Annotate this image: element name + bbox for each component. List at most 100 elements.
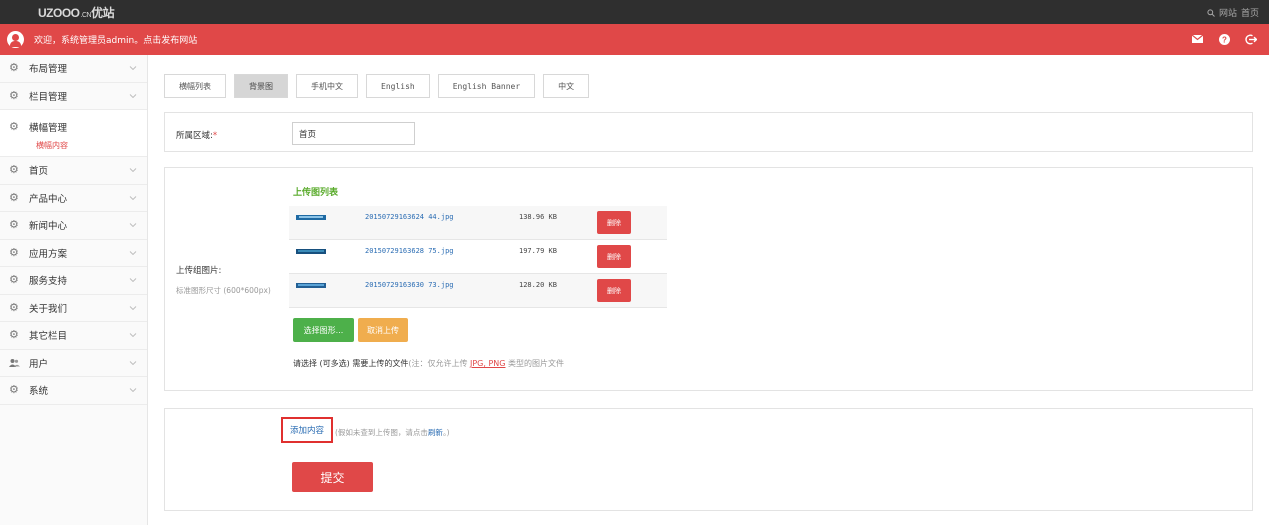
sidebar-item-layout[interactable]: ⚙ 布局管理 [0,55,147,83]
region-panel: 所属区域:* 首页 [164,112,1253,152]
user-bar: 欢迎，系统管理员admin。点击发布网站 ? [0,24,1269,55]
tab-chinese[interactable]: 中文 [543,74,590,98]
tab-background[interactable]: 背景图 [234,74,288,98]
chevron-down-icon [129,93,137,98]
upload-panel: 上传组图片: 标准图形尺寸 (600*600px) 上传图列表 20150729… [164,167,1253,391]
region-label: 所属区域:* [176,129,217,141]
region-input[interactable]: 首页 [292,122,415,145]
chevron-down-icon [129,195,137,200]
add-note-start: (假如未查到上传图，请点击 [335,428,428,437]
upload-label: 上传组图片: [176,266,222,276]
upload-note-ext: JPG, PNG [470,359,506,368]
submit-panel: 添加内容 (假如未查到上传图，请点击刷新。) 提交 [164,408,1253,511]
gear-icon: ⚙ [9,163,19,177]
upload-note-grey: (注：仅允许上传 [408,359,468,368]
sidebar-item-products[interactable]: ⚙ 产品中心 [0,185,147,212]
sidebar-item-label: 栏目管理 [29,91,68,103]
top-bar: UZOOO.CN优站 网站 首页 [0,0,1269,24]
file-name-link[interactable]: 20150729163624 44.jpg [365,213,454,221]
sidebar-item-about[interactable]: ⚙ 关于我们 [0,295,147,322]
tab-mobile-chinese[interactable]: 手机中文 [296,74,358,98]
sidebar-item-other[interactable]: ⚙ 其它栏目 [0,322,147,350]
sidebar-item-home[interactable]: ⚙ 首页 [0,157,147,185]
mail-icon[interactable] [1190,32,1204,46]
gear-icon: ⚙ [9,300,19,314]
add-content-link[interactable]: 添加内容 [281,417,333,443]
sidebar-item-label: 产品中心 [29,193,68,205]
top-links: 网站 首页 [1207,6,1259,19]
chevron-down-icon [129,66,137,71]
sidebar-item-label: 布局管理 [29,64,68,76]
file-name-link[interactable]: 20150729163630 73.jpg [365,281,454,289]
upload-note-tail: 类型的图片文件 [508,359,565,368]
top-link-home[interactable]: 首页 [1241,6,1259,19]
site-logo[interactable]: UZOOO.CN优站 [38,4,115,21]
sidebar-item-news[interactable]: ⚙ 新闻中心 [0,212,147,240]
chevron-down-icon [129,333,137,338]
image-thumbnail[interactable] [296,215,326,220]
top-link-site[interactable]: 网站 [1219,6,1237,19]
sidebar-item-system[interactable]: ⚙ 系统 [0,377,147,405]
upload-list-title: 上传图列表 [293,188,339,198]
sidebar-item-label: 首页 [29,166,49,178]
sidebar-item-label: 其它栏目 [29,331,68,343]
submit-button[interactable]: 提交 [292,462,373,492]
file-size: 128.20 KB [519,281,557,289]
delete-button[interactable]: 删除 [597,279,631,302]
add-note-end: 。) [442,428,450,437]
file-row: 20150729163624 44.jpg 138.96 KB 删除 [289,206,667,240]
sidebar-item-label: 应用方案 [29,248,68,260]
file-name-link[interactable]: 20150729163628 75.jpg [365,247,454,255]
chevron-down-icon [129,223,137,228]
gear-icon: ⚙ [9,218,19,232]
file-row: 20150729163628 75.jpg 197.79 KB 删除 [289,240,667,274]
tab-english-banner[interactable]: English Banner [437,74,536,98]
gear-icon: ⚙ [9,273,19,287]
sidebar-item-columns[interactable]: ⚙ 栏目管理 [0,83,147,110]
chevron-down-icon [129,388,137,393]
gear-icon: ⚙ [9,383,19,397]
chevron-down-icon [129,250,137,255]
gear-icon: ⚙ [9,245,19,259]
sidebar-item-support[interactable]: ⚙ 服务支持 [0,267,147,295]
region-label-text: 所属区域: [176,131,213,141]
sidebar-item-label: 横幅管理 [29,123,68,134]
upload-note: 请选择 (可多选) 需要上传的文件(注：仅允许上传 JPG, PNG 类型的图片… [293,358,564,369]
file-size: 197.79 KB [519,247,557,255]
chevron-down-icon [129,305,137,310]
help-icon[interactable]: ? [1217,32,1231,46]
welcome-text[interactable]: 欢迎，系统管理员admin。点击发布网站 [34,33,197,46]
sidebar-subitem-banner-content[interactable]: 横幅内容 [36,140,147,151]
gear-icon: ⚙ [9,190,19,204]
sidebar-item-label: 用户 [29,358,49,370]
sidebar-item-banner[interactable]: ⚙ 横幅管理 横幅内容 [0,110,147,157]
sidebar-item-solutions[interactable]: ⚙ 应用方案 [0,240,147,267]
select-images-button[interactable]: 选择图形... [293,318,354,342]
chevron-down-icon [129,360,137,365]
image-thumbnail[interactable] [296,249,326,254]
chevron-down-icon [129,168,137,173]
tab-banner-list[interactable]: 横幅列表 [164,74,226,98]
sidebar-item-label: 关于我们 [29,303,68,315]
cancel-upload-button[interactable]: 取消上传 [358,318,408,342]
user-actions: ? [1190,32,1258,46]
search-icon[interactable] [1207,8,1215,17]
sidebar-item-label: 新闻中心 [29,221,68,233]
gear-icon: ⚙ [9,61,19,75]
delete-button[interactable]: 删除 [597,245,631,268]
required-marker: * [212,131,218,141]
refresh-link[interactable]: 刷新 [428,428,443,437]
sidebar-item-label: 系统 [29,386,49,398]
file-size: 138.96 KB [519,213,557,221]
sidebar: ⚙ 布局管理 ⚙ 栏目管理 ⚙ 横幅管理 横幅内容 ⚙ 首页 ⚙ 产品中心 ⚙ … [0,55,148,525]
image-thumbnail[interactable] [296,283,326,288]
delete-button[interactable]: 删除 [597,211,631,234]
sidebar-item-users[interactable]: 用户 [0,350,147,377]
chevron-down-icon [129,278,137,283]
users-icon [9,358,20,367]
logout-icon[interactable] [1244,32,1258,46]
tab-english[interactable]: English [366,74,430,98]
banner-tabs: 横幅列表 背景图 手机中文 English English Banner 中文 [164,74,590,98]
user-avatar-icon[interactable] [7,31,24,48]
upload-note-main: 请选择 (可多选) 需要上传的文件 [293,359,409,368]
